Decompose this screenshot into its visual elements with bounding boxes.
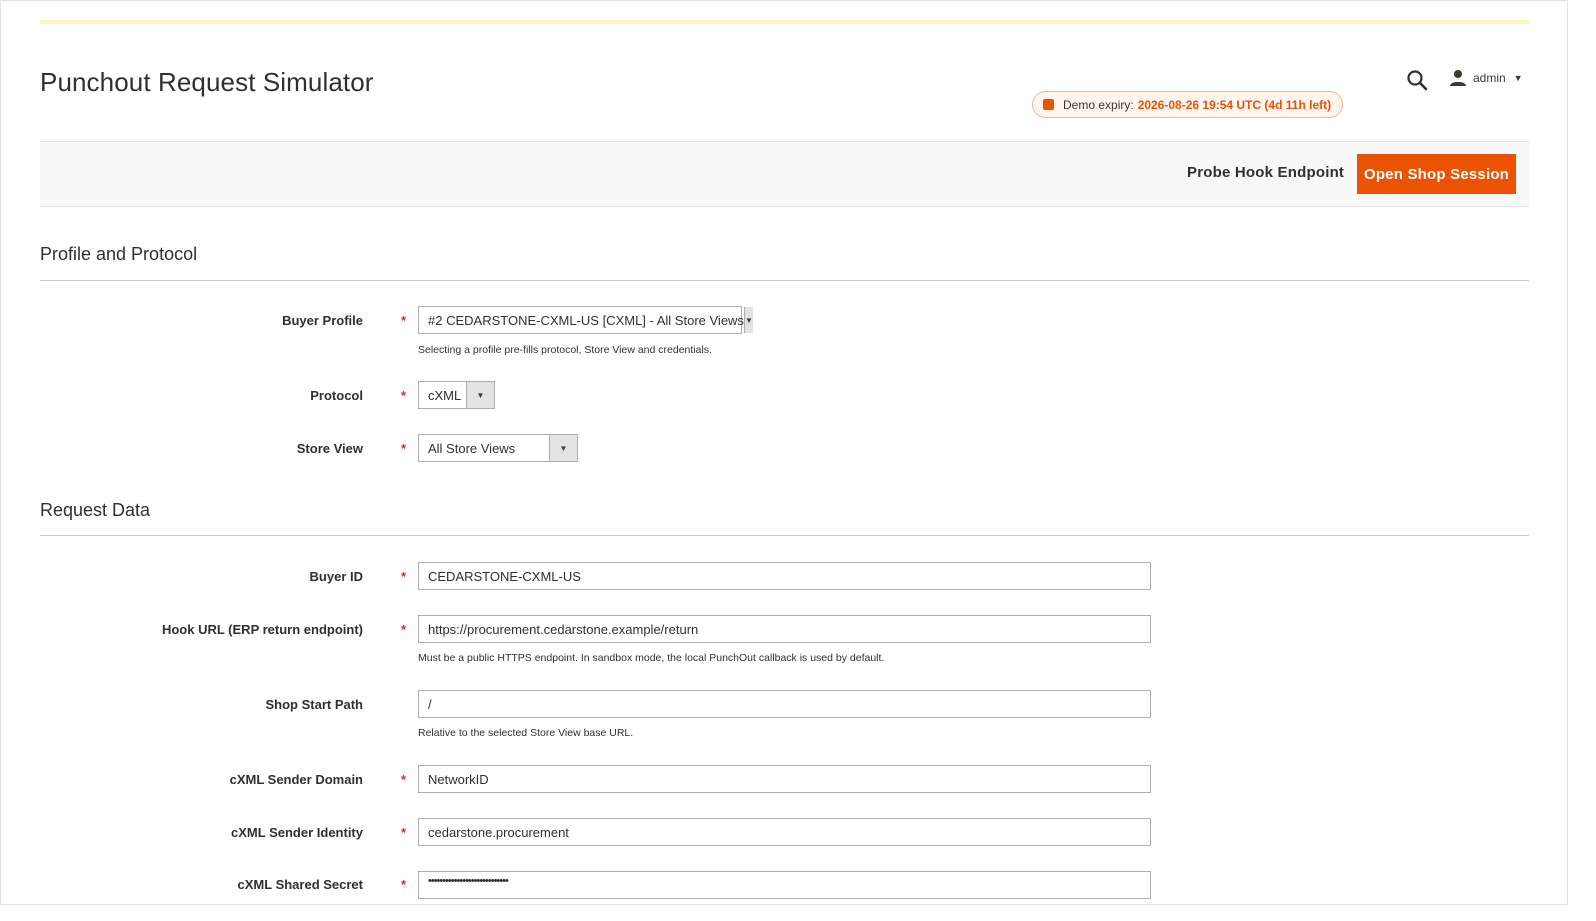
page-actions-bar: Probe Hook Endpoint Open Shop Session — [40, 141, 1529, 207]
page-title: Punchout Request Simulator — [40, 67, 374, 97]
admin-page: Punchout Request Simulator admin ▼ Demo … — [0, 0, 1568, 905]
sender-identity-input[interactable]: cedarstone.procurement — [418, 818, 1151, 846]
hook-url-note: Must be a public HTTPS endpoint. In sand… — [418, 652, 885, 664]
section-divider — [40, 280, 1529, 281]
demo-expiry-badge: Demo expiry: 2026-08-26 19:54 UTC (4d 11… — [1032, 91, 1344, 118]
protocol-value: cXML — [428, 387, 462, 403]
required-asterisk: * — [401, 313, 407, 328]
section-title-profile: Profile and Protocol — [40, 244, 198, 264]
buyer-profile-select[interactable]: #2 CEDARSTONE-CXML-US [CXML] - All Store… — [418, 306, 753, 334]
chevron-down-icon: ▼ — [549, 435, 577, 461]
chevron-down-icon: ▼ — [1513, 73, 1523, 83]
required-asterisk: * — [401, 388, 407, 403]
shared-secret-input[interactable]: •••••••••••••••••••••••••••• — [418, 871, 1151, 899]
chevron-down-icon: ▼ — [466, 382, 494, 408]
store-view-label: Store View — [296, 441, 363, 456]
buyer-profile-label: Buyer Profile — [282, 313, 363, 328]
buyer-profile-note: Selecting a profile pre-fills protocol, … — [418, 344, 712, 356]
store-view-select[interactable]: All Store Views ▼ — [418, 434, 578, 462]
required-asterisk: * — [401, 877, 407, 892]
required-asterisk: * — [401, 772, 407, 787]
search-icon[interactable] — [1405, 68, 1429, 92]
status-square-icon — [1043, 99, 1054, 110]
user-icon — [1449, 69, 1467, 87]
required-asterisk: * — [401, 441, 407, 456]
user-name: admin — [1473, 71, 1506, 85]
shop-start-path-note: Relative to the selected Store View base… — [418, 727, 634, 739]
top-notice-bar — [40, 20, 1529, 24]
shop-start-path-input[interactable]: / — [418, 690, 1151, 718]
section-title-request: Request Data — [40, 500, 151, 520]
buyer-id-label: Buyer ID — [309, 569, 363, 584]
shop-start-path-label: Shop Start Path — [265, 697, 363, 712]
chevron-down-icon: ▼ — [743, 307, 753, 333]
protocol-select[interactable]: cXML ▼ — [418, 381, 495, 409]
buyer-id-input[interactable]: CEDARSTONE-CXML-US — [418, 562, 1151, 590]
sender-domain-label: cXML Sender Domain — [229, 772, 363, 787]
shared-secret-label: cXML Shared Secret — [237, 877, 363, 892]
demo-expiry-label: Demo expiry: — [1063, 97, 1134, 112]
admin-user-menu[interactable]: admin ▼ — [1449, 68, 1523, 88]
sender-identity-label: cXML Sender Identity — [231, 825, 363, 840]
store-view-value: All Store Views — [428, 440, 516, 456]
demo-expiry-value: 2026-08-26 19:54 UTC (4d 11h left) — [1137, 97, 1332, 112]
section-divider — [40, 535, 1529, 536]
hook-url-input[interactable]: https://procurement.cedarstone.example/r… — [418, 615, 1151, 643]
hook-url-label: Hook URL (ERP return endpoint) — [161, 622, 363, 637]
required-asterisk: * — [401, 622, 407, 637]
required-asterisk: * — [401, 569, 407, 584]
protocol-label: Protocol — [310, 388, 363, 403]
sender-domain-input[interactable]: NetworkID — [418, 765, 1151, 793]
probe-hook-endpoint-button[interactable]: Probe Hook Endpoint — [1187, 164, 1344, 181]
required-asterisk: * — [401, 825, 407, 840]
buyer-profile-value: #2 CEDARSTONE-CXML-US [CXML] - All Store… — [428, 312, 744, 328]
open-shop-session-button[interactable]: Open Shop Session — [1357, 154, 1516, 194]
